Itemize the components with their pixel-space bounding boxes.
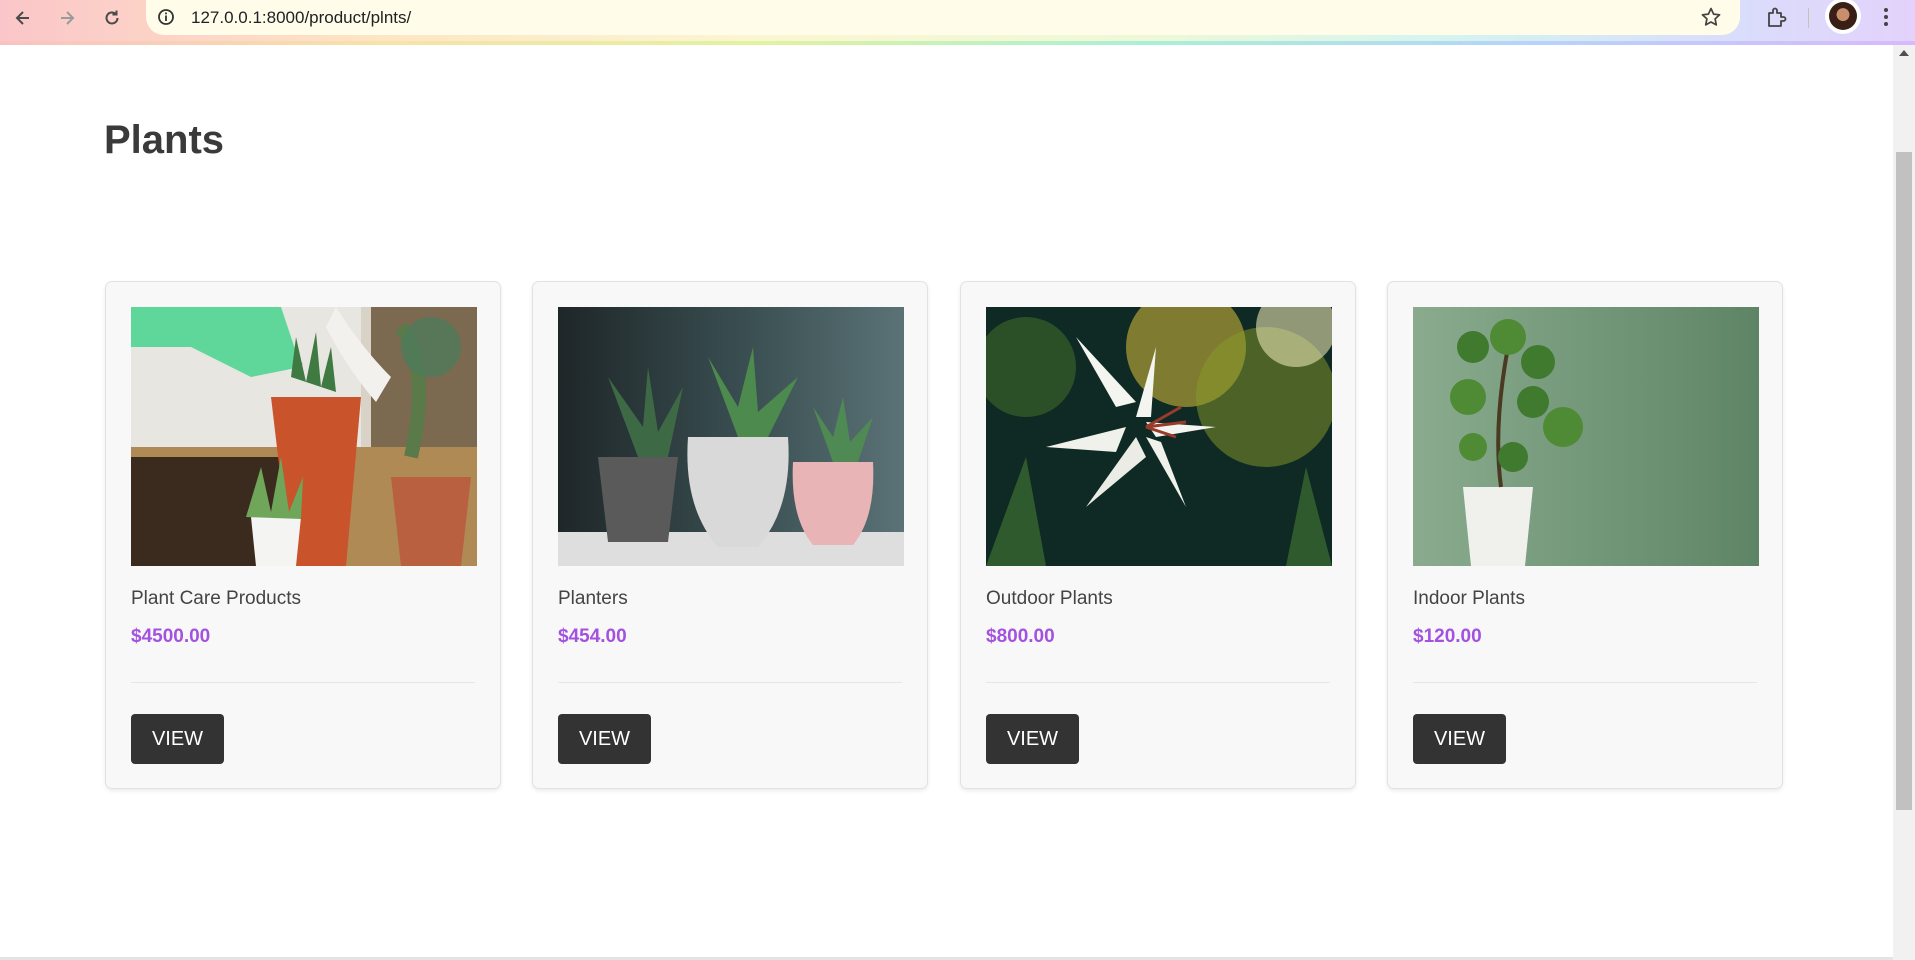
forward-icon <box>61 11 75 25</box>
product-name: Planters <box>558 588 628 609</box>
profile-picture <box>1829 2 1857 30</box>
info-icon[interactable] <box>156 7 176 27</box>
product-name: Plant Care Products <box>131 588 302 609</box>
card-divider <box>986 682 1330 683</box>
product-card: Plant Care Products $4500.00 VIEW <box>105 281 501 789</box>
product-price: $454.00 <box>558 626 627 647</box>
product-card: Indoor Plants $120.00 VIEW <box>1387 281 1783 789</box>
forward-button[interactable] <box>52 3 82 33</box>
toolbar-separator <box>1808 8 1809 28</box>
url-text[interactable]: 127.0.0.1:8000/product/plnts/ <box>191 8 411 28</box>
page-title: Plants <box>104 118 225 162</box>
extensions-icon[interactable] <box>1764 4 1790 30</box>
product-price: $800.00 <box>986 626 1055 647</box>
product-image[interactable] <box>558 307 904 566</box>
product-price: $120.00 <box>1413 626 1482 647</box>
product-image[interactable] <box>1413 307 1759 566</box>
product-image[interactable] <box>131 307 477 566</box>
address-bar[interactable]: 127.0.0.1:8000/product/plnts/ <box>146 0 1740 35</box>
view-button[interactable]: VIEW <box>131 714 224 764</box>
back-icon <box>15 11 29 25</box>
menu-icon[interactable] <box>1876 4 1896 30</box>
product-image[interactable] <box>986 307 1332 566</box>
planters-image <box>558 307 904 566</box>
view-button[interactable]: VIEW <box>1413 714 1506 764</box>
browser-toolbar: 127.0.0.1:8000/product/plnts/ <box>0 0 1915 45</box>
view-button[interactable]: VIEW <box>558 714 651 764</box>
card-divider <box>131 682 475 683</box>
outdoor-plants-image <box>986 307 1332 566</box>
product-card: Planters $454.00 VIEW <box>532 281 928 789</box>
reload-icon <box>105 10 119 25</box>
product-name: Outdoor Plants <box>986 588 1113 609</box>
plant-care-image <box>131 307 477 566</box>
product-price: $4500.00 <box>131 626 211 647</box>
avatar[interactable] <box>1825 0 1861 34</box>
view-button[interactable]: VIEW <box>986 714 1079 764</box>
product-card: Outdoor Plants $800.00 VIEW <box>960 281 1356 789</box>
card-divider <box>1413 682 1757 683</box>
scroll-up-arrow-icon[interactable] <box>1899 50 1909 56</box>
indoor-plants-image <box>1413 307 1759 566</box>
back-button[interactable] <box>8 3 38 33</box>
toolbar-accent-line <box>0 41 1915 45</box>
star-icon[interactable] <box>1700 6 1722 28</box>
card-divider <box>558 682 902 683</box>
reload-button[interactable] <box>97 3 127 33</box>
scrollbar-thumb[interactable] <box>1896 152 1912 810</box>
product-name: Indoor Plants <box>1413 588 1525 609</box>
